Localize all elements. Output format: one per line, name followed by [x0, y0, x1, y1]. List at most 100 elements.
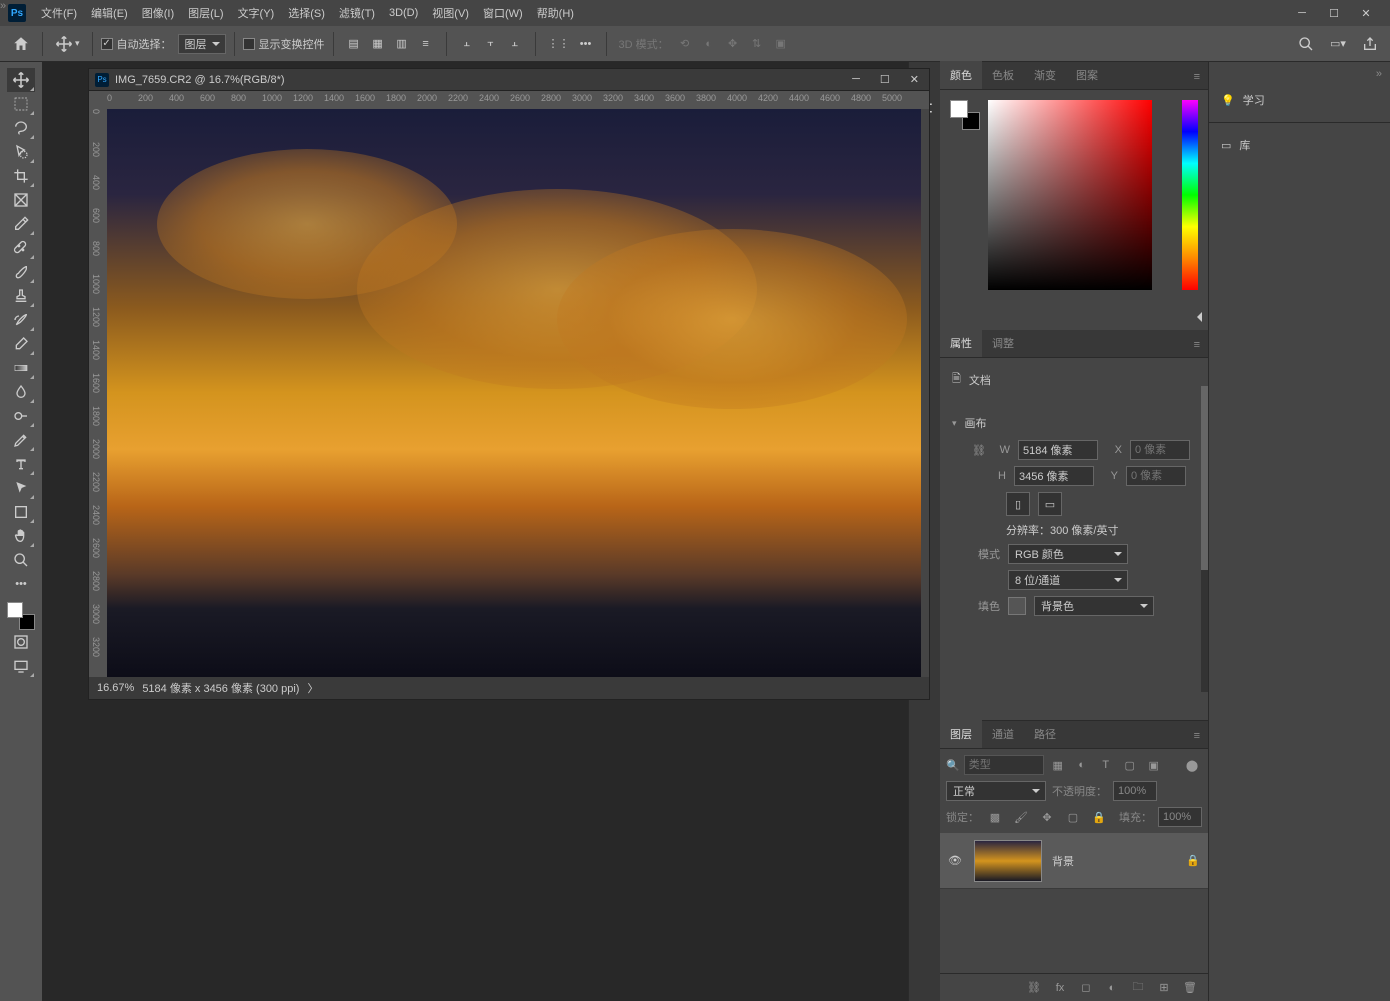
stamp-tool[interactable] — [7, 284, 35, 308]
color-field[interactable] — [988, 100, 1152, 290]
show-transform-checkbox[interactable]: 显示变换控件 — [243, 36, 325, 52]
layer-row-background[interactable]: 👁 背景 🔒 — [940, 833, 1208, 889]
fill-select[interactable]: 背景色 — [1034, 596, 1154, 616]
canvas-section-header[interactable]: 画布 — [952, 409, 1196, 437]
share-icon[interactable] — [1358, 32, 1382, 56]
menu-image[interactable]: 图像(I) — [135, 0, 181, 26]
align-bottom-icon[interactable]: ⫠ — [503, 32, 527, 56]
orientation-portrait-icon[interactable]: ▯ — [1006, 492, 1030, 516]
tab-properties[interactable]: 属性 — [940, 329, 982, 357]
3d-pan-icon[interactable]: ✥ — [721, 32, 745, 56]
bit-depth-select[interactable]: 8 位/通道 — [1008, 570, 1128, 590]
3d-orbit-icon[interactable]: ⟲ — [673, 32, 697, 56]
menu-edit[interactable]: 编辑(E) — [84, 0, 135, 26]
tab-paths[interactable]: 路径 — [1024, 720, 1066, 748]
foreground-background-colors[interactable] — [7, 602, 35, 630]
opacity-input[interactable] — [1113, 781, 1157, 801]
screen-mode-icon[interactable] — [7, 654, 35, 678]
3d-camera-icon[interactable]: ▣ — [769, 32, 793, 56]
visibility-toggle-icon[interactable]: 👁 — [948, 854, 964, 867]
maximize-button[interactable]: ☐ — [1318, 0, 1350, 26]
zoom-level[interactable]: 16.67% — [97, 682, 134, 694]
props-panel-menu-icon[interactable]: ≡ — [1186, 333, 1208, 357]
layer-fx-icon[interactable]: fx — [1052, 982, 1068, 994]
document-titlebar[interactable]: Ps IMG_7659.CR2 @ 16.7%(RGB/8*) ─ ☐ ✕ — [89, 69, 929, 91]
hand-tool[interactable] — [7, 524, 35, 548]
home-button[interactable] — [8, 32, 34, 56]
shape-tool[interactable] — [7, 500, 35, 524]
minimize-button[interactable]: ─ — [1286, 0, 1318, 26]
align-hcenter-icon[interactable]: ▦ — [366, 32, 390, 56]
color-fgbg[interactable] — [950, 100, 980, 130]
3d-slide-icon[interactable]: ⇅ — [745, 32, 769, 56]
fill-swatch[interactable] — [1008, 597, 1026, 615]
lock-artboard-icon[interactable]: ▢ — [1063, 807, 1083, 827]
filter-adjust-icon[interactable]: ◐ — [1072, 755, 1092, 775]
healing-tool[interactable] — [7, 236, 35, 260]
tab-channels[interactable]: 通道 — [982, 720, 1024, 748]
delete-layer-icon[interactable]: 🗑 — [1182, 981, 1198, 994]
y-input[interactable] — [1126, 466, 1186, 486]
doc-close-icon[interactable]: ✕ — [906, 73, 923, 86]
move-tool[interactable] — [7, 68, 35, 92]
libraries-panel-button[interactable]: ▭库 — [1209, 129, 1390, 161]
lock-all-icon[interactable]: 🔒 — [1089, 807, 1109, 827]
menu-file[interactable]: 文件(F) — [34, 0, 84, 26]
type-tool[interactable] — [7, 452, 35, 476]
auto-select-checkbox[interactable]: 自动选择： — [101, 36, 172, 52]
menu-view[interactable]: 视图(V) — [425, 0, 476, 26]
orientation-landscape-icon[interactable]: ▭ — [1038, 492, 1062, 516]
workspace-icon[interactable]: ▭▾ — [1326, 32, 1350, 56]
dodge-tool[interactable] — [7, 404, 35, 428]
new-layer-icon[interactable]: ⊞ — [1156, 981, 1172, 994]
expand-toolbar-icon[interactable]: » — [0, 0, 12, 12]
zoom-tool[interactable] — [7, 548, 35, 572]
collapse-mini-icon[interactable]: » — [1209, 68, 1390, 84]
menu-3d[interactable]: 3D(D) — [382, 0, 425, 26]
quick-mask-icon[interactable] — [7, 630, 35, 654]
history-brush-tool[interactable] — [7, 308, 35, 332]
tab-patterns[interactable]: 图案 — [1066, 61, 1108, 89]
menu-type[interactable]: 文字(Y) — [231, 0, 282, 26]
edit-toolbar-icon[interactable]: ••• — [7, 572, 35, 596]
align-justify-icon[interactable]: ≡ — [414, 32, 438, 56]
doc-minimize-icon[interactable]: ─ — [848, 73, 864, 86]
filter-shape-icon[interactable]: ▢ — [1120, 755, 1140, 775]
filter-type-icon[interactable]: T — [1096, 755, 1116, 775]
learn-panel-button[interactable]: 💡学习 — [1209, 84, 1390, 116]
tab-gradients[interactable]: 渐变 — [1024, 61, 1066, 89]
3d-roll-icon[interactable]: ◐ — [697, 32, 721, 56]
search-icon[interactable] — [1294, 32, 1318, 56]
group-icon[interactable]: 🗀 — [1130, 978, 1146, 997]
pen-tool[interactable] — [7, 428, 35, 452]
height-input[interactable] — [1014, 466, 1094, 486]
eraser-tool[interactable] — [7, 332, 35, 356]
blend-mode-select[interactable]: 正常 — [946, 781, 1046, 801]
filter-smart-icon[interactable]: ▣ — [1144, 755, 1164, 775]
tab-color[interactable]: 颜色 — [940, 61, 982, 89]
status-more-icon[interactable]: 〉 — [307, 680, 318, 696]
color-mode-select[interactable]: RGB 颜色 — [1008, 544, 1128, 564]
filter-pixel-icon[interactable]: ▦ — [1048, 755, 1068, 775]
marquee-tool[interactable] — [7, 92, 35, 116]
layer-lock-icon[interactable]: 🔒 — [1186, 854, 1200, 867]
align-vcenter-icon[interactable]: ⫟ — [479, 32, 503, 56]
hue-slider[interactable] — [1182, 100, 1198, 290]
color-panel-menu-icon[interactable]: ≡ — [1186, 65, 1208, 89]
layer-kind-filter[interactable] — [964, 755, 1044, 775]
lock-pixels-icon[interactable]: 🖌 — [1011, 807, 1031, 827]
more-align-icon[interactable]: ••• — [574, 32, 598, 56]
tab-swatches[interactable]: 色板 — [982, 61, 1024, 89]
adjustment-layer-icon[interactable]: ◐ — [1104, 982, 1120, 994]
layer-mask-icon[interactable]: ◻ — [1078, 981, 1094, 994]
ruler-horizontal[interactable]: 0200400600800100012001400160018002000220… — [89, 91, 929, 109]
ruler-vertical[interactable]: 0200400600800100012001400160018002000220… — [89, 109, 107, 677]
tab-layers[interactable]: 图层 — [940, 720, 982, 748]
auto-select-target[interactable]: 图层 — [178, 34, 226, 54]
x-input[interactable] — [1130, 440, 1190, 460]
crop-tool[interactable] — [7, 164, 35, 188]
menu-filter[interactable]: 滤镜(T) — [332, 0, 382, 26]
path-select-tool[interactable] — [7, 476, 35, 500]
gradient-tool[interactable] — [7, 356, 35, 380]
quick-select-tool[interactable] — [7, 140, 35, 164]
